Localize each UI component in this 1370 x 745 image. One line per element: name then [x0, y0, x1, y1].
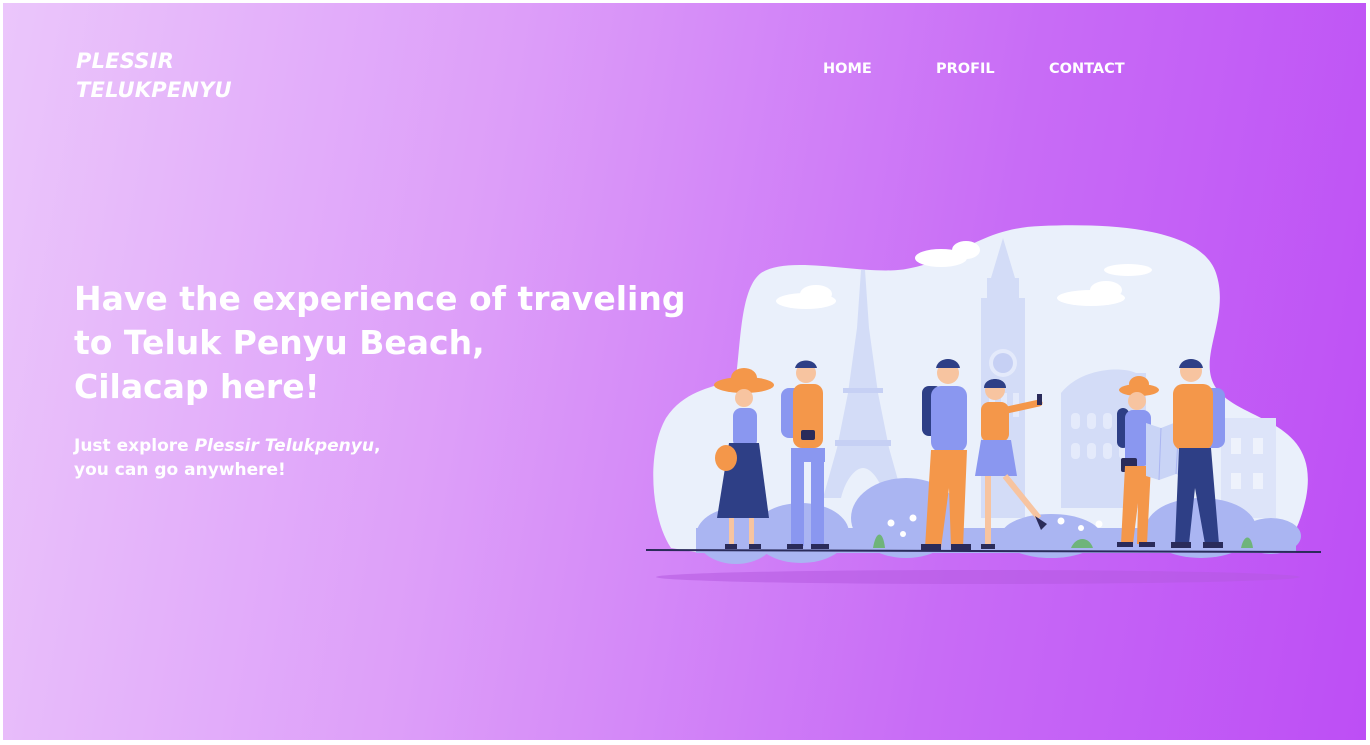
hero-sub-prefix: Just explore	[74, 436, 195, 456]
hero-title-line-1: Have the experience of traveling	[74, 279, 686, 318]
hero-subtitle: Just explore Plessir Telukpenyu, you can…	[74, 434, 380, 482]
landing-page: PLESSIR TELUKPENYU HOME PROFIL CONTACT H…	[3, 3, 1366, 740]
hero-sub-suffix: ,	[373, 436, 381, 456]
hero-title-line-3: Cilacap here!	[74, 367, 320, 406]
brand-line-2: TELUKPENYU	[76, 78, 232, 102]
nav-contact-link[interactable]: CONTACT	[1049, 61, 1125, 77]
hero-title: Have the experience of traveling to Telu…	[74, 277, 714, 409]
hero-sub-brand: Plessir Telukpenyu	[194, 436, 374, 456]
brand-line-1: PLESSIR	[76, 49, 175, 73]
travelers-illustration	[645, 225, 1322, 584]
brand-logo[interactable]: PLESSIR TELUKPENYU	[76, 47, 232, 105]
hero-sub-line-2: you can go anywhere!	[74, 460, 286, 480]
nav-home-link[interactable]: HOME	[823, 61, 872, 77]
hero-title-line-2: to Teluk Penyu Beach,	[74, 323, 485, 362]
nav-profil-link[interactable]: PROFIL	[936, 61, 995, 77]
